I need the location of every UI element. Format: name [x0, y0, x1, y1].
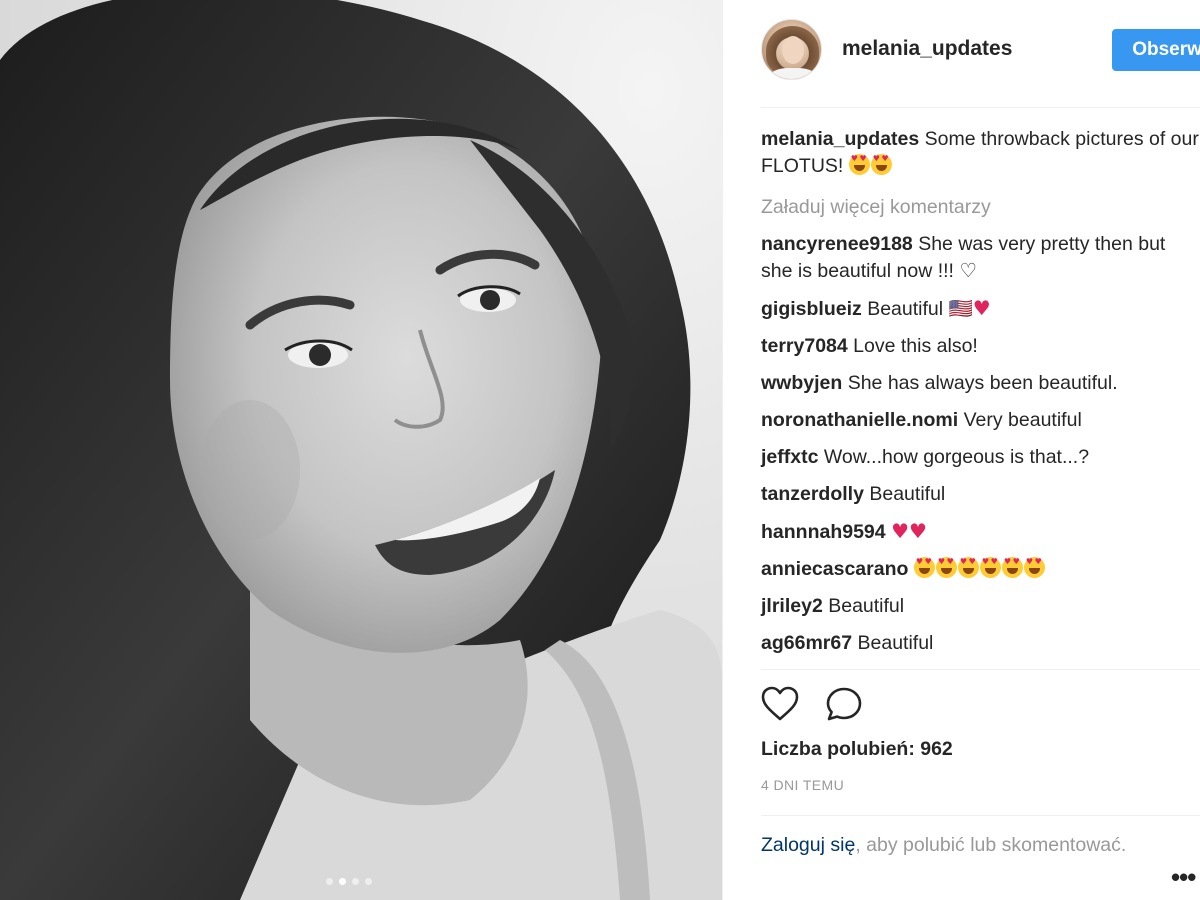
carousel-dot-active[interactable] [339, 878, 346, 885]
post-header: melania_updates Obserwuj [761, 17, 1200, 81]
post-photo[interactable] [0, 0, 722, 900]
heart-eyes-emoji [979, 555, 1001, 578]
login-prompt: Zaloguj się, aby polubić lub skomentować… [761, 832, 1141, 859]
comment-text: Wow...how gorgeous is that...? [823, 446, 1090, 468]
login-prompt-text: , aby polubić lub skomentować. [855, 834, 1127, 856]
comment-username[interactable]: ag66mr67 [761, 632, 852, 654]
ellipsis-icon[interactable]: ••• [1171, 862, 1196, 893]
follow-button[interactable]: Obserwuj [1112, 29, 1200, 71]
comment-item: jlriley2 Beautiful [761, 593, 1200, 620]
red-heart-emoji: ♥ [972, 296, 991, 320]
red-heart-emoji: ♥♥ [891, 519, 927, 543]
comment-username[interactable]: nancyrenee9188 [761, 233, 913, 255]
comment-item: ag66mr67 Beautiful [761, 630, 1200, 657]
comment-item: terry7084 Love this also! [761, 333, 1200, 360]
comment-item: hannnah9594 ♥♥ [761, 518, 1200, 546]
heart-eyes-emoji [1001, 555, 1023, 578]
comment-item: anniecascarano [761, 555, 1200, 583]
post-caption: melania_updates Some throwback pictures … [761, 126, 1200, 180]
comment-text: Beautiful [869, 483, 946, 505]
post-timestamp[interactable]: 4 DNI TEMU [761, 777, 844, 793]
avatar[interactable] [761, 18, 822, 80]
heart-icon[interactable] [761, 686, 799, 722]
heart-eyes-emoji [957, 555, 979, 578]
comment-item: jeffxtc Wow...how gorgeous is that...? [761, 444, 1200, 471]
comment-username[interactable]: noronathanielle.nomi [761, 409, 958, 431]
carousel-dot[interactable] [326, 878, 333, 885]
comment-text: Beautiful [828, 595, 905, 617]
carousel-dot[interactable] [365, 878, 372, 885]
divider [761, 815, 1200, 816]
comment-username[interactable]: hannnah9594 [761, 521, 886, 543]
comment-text: Love this also! [853, 335, 978, 357]
portrait-illustration [0, 0, 722, 900]
comment-username[interactable]: terry7084 [761, 335, 848, 357]
carousel-indicator[interactable] [326, 878, 372, 885]
comment-item: noronathanielle.nomi Very beautiful [761, 407, 1200, 434]
comments-list: melania_updates Some throwback pictures … [761, 126, 1200, 667]
comment-username[interactable]: jeffxtc [761, 446, 818, 468]
comment-username[interactable]: wwbyjen [761, 372, 842, 394]
load-more-comments-link[interactable]: Załaduj więcej komentarzy [761, 194, 1200, 221]
comment-bubble-icon[interactable] [825, 686, 863, 722]
comment-username[interactable]: gigisblueiz [761, 298, 862, 320]
comment-text: Very beautiful [963, 409, 1082, 431]
heart-eyes-emoji [935, 555, 957, 578]
comment-text: She has always been beautiful. [847, 372, 1118, 394]
header-username[interactable]: melania_updates [842, 37, 1012, 61]
comment-item: wwbyjen She has always been beautiful. [761, 370, 1200, 397]
caption-username[interactable]: melania_updates [761, 128, 919, 150]
likes-count[interactable]: Liczba polubień: 962 [761, 738, 953, 761]
heart-eyes-emoji [913, 555, 935, 578]
divider [761, 669, 1200, 670]
comment-text: Beautiful 🇺🇸 [867, 298, 973, 320]
heart-eyes-emoji [1023, 555, 1045, 578]
comment-username[interactable]: jlriley2 [761, 595, 823, 617]
comment-username[interactable]: anniecascarano [761, 558, 908, 580]
post-sidebar: melania_updates Obserwuj melania_updates… [722, 0, 1200, 900]
comment-item: tanzerdolly Beautiful [761, 481, 1200, 508]
comment-text: Beautiful [857, 632, 934, 654]
divider [761, 107, 1200, 108]
comment-item: nancyrenee9188 She was very pretty then … [761, 231, 1200, 285]
login-link[interactable]: Zaloguj się [761, 834, 855, 856]
heart-eyes-emoji [848, 152, 870, 175]
comment-item: gigisblueiz Beautiful 🇺🇸♥ [761, 295, 1200, 323]
carousel-dot[interactable] [352, 878, 359, 885]
post-actions [761, 686, 863, 722]
comment-username[interactable]: tanzerdolly [761, 483, 864, 505]
heart-eyes-emoji [870, 152, 892, 175]
